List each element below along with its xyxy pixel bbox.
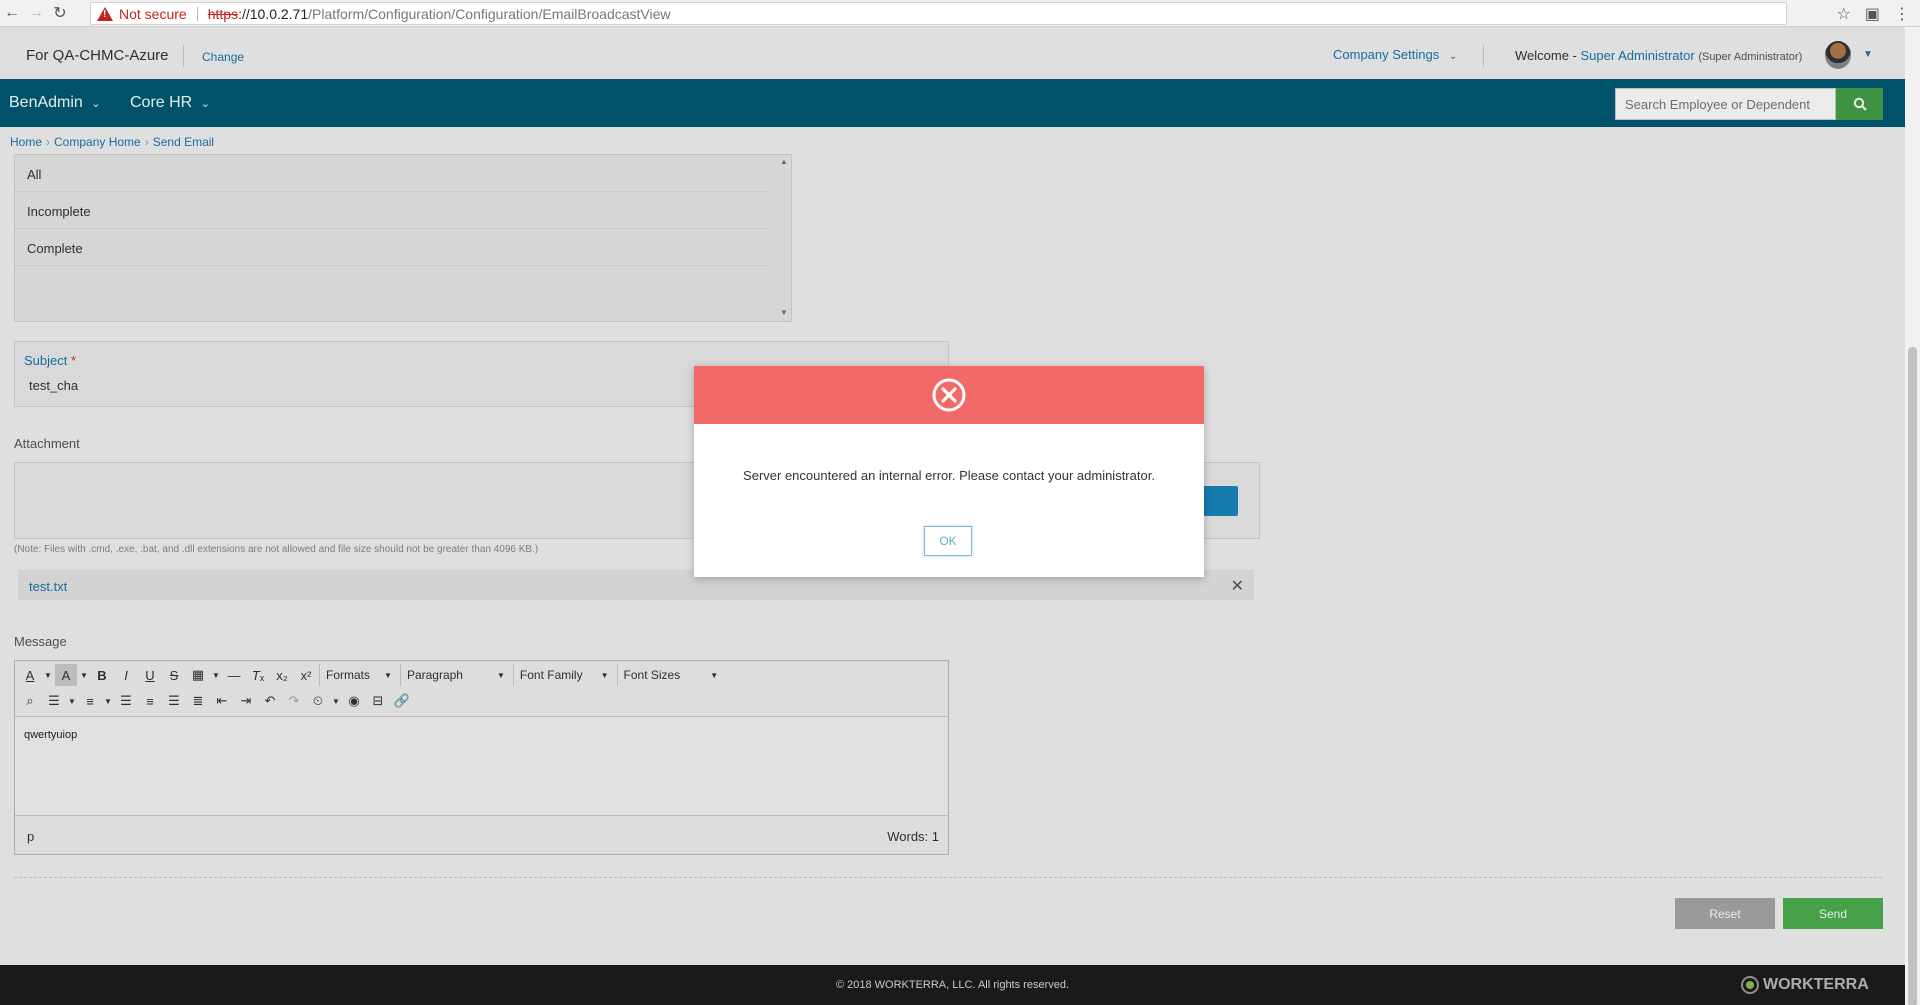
url-host: ://10.0.2.71 xyxy=(238,5,309,22)
page-scroll-thumb[interactable] xyxy=(1908,347,1917,1005)
address-bar[interactable]: Not secure https://10.0.2.71/Platform/Co… xyxy=(90,2,1787,25)
error-dialog: Server encountered an internal error. Pl… xyxy=(694,366,1204,577)
error-circle-x-icon xyxy=(932,378,966,412)
page-scrollbar[interactable] xyxy=(1905,27,1920,1005)
security-text: Not secure xyxy=(119,5,187,22)
error-message: Server encountered an internal error. Pl… xyxy=(743,468,1155,483)
bookmark-star-icon[interactable]: ☆ xyxy=(1837,4,1851,24)
ok-button[interactable]: OK xyxy=(924,526,972,556)
forward-icon[interactable]: → xyxy=(24,4,48,22)
reload-icon[interactable]: ↻ xyxy=(48,3,72,23)
security-warning[interactable]: Not secure xyxy=(97,6,187,22)
back-icon[interactable]: ← xyxy=(0,4,24,22)
browser-menu-icon[interactable]: ⋮ xyxy=(1894,4,1910,24)
extension-icon[interactable]: ▣ xyxy=(1865,4,1880,24)
browser-toolbar: ← → ↻ Not secure https://10.0.2.71/Platf… xyxy=(0,0,1920,27)
url-scheme: https xyxy=(207,5,239,22)
error-dialog-header xyxy=(694,366,1204,424)
address-divider xyxy=(196,6,198,21)
browser-actions: ☆ ▣ ⋮ xyxy=(1837,0,1920,27)
url-path: /Platform/Configuration/Configuration/Em… xyxy=(308,5,671,22)
warning-icon xyxy=(97,6,113,21)
